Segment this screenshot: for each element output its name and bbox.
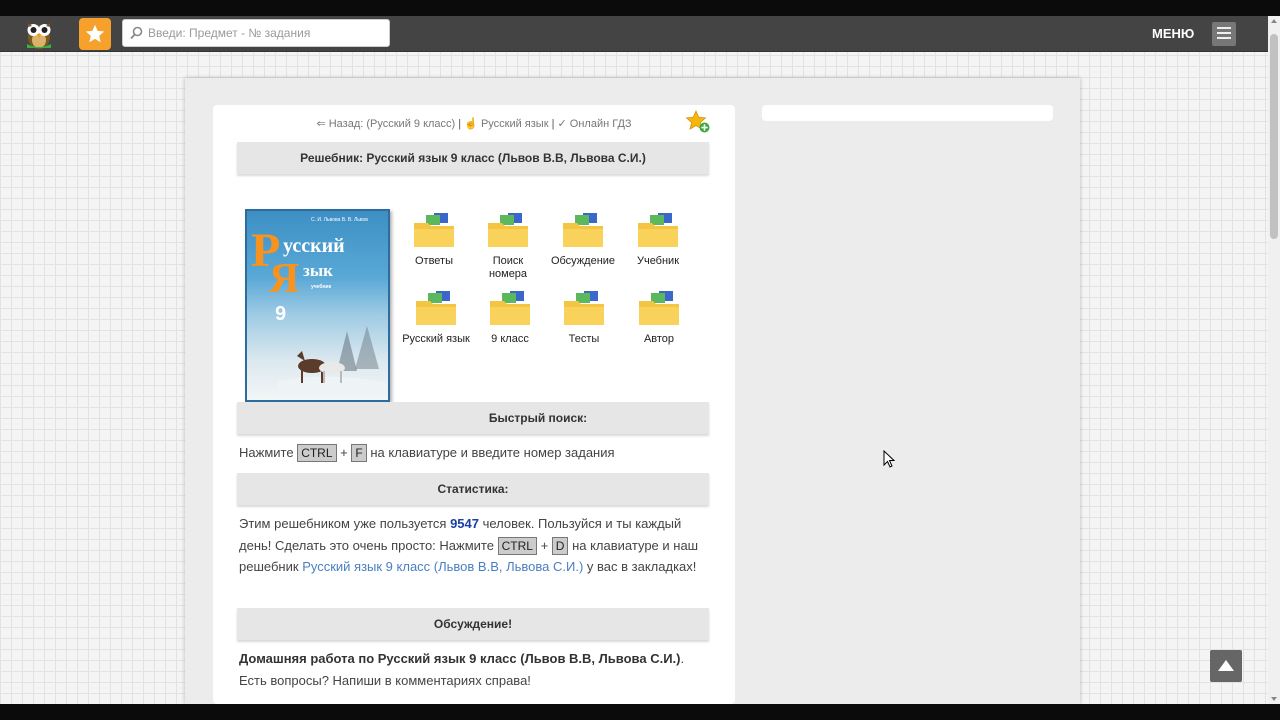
folder-icon: [414, 213, 454, 247]
quick-search-text: Нажмите CTRL + F на клавиатуре и введите…: [239, 444, 615, 462]
search-input[interactable]: Введи: Предмет - № задания: [122, 19, 390, 47]
d-key: D: [551, 536, 569, 555]
statistics-text: Этим решебником уже пользуется 9547 чело…: [239, 516, 699, 574]
scroll-up-arrow-icon[interactable]: [1271, 19, 1277, 23]
folder-answers[interactable]: Ответы: [399, 213, 469, 268]
add-favorite-star-icon[interactable]: [685, 109, 711, 139]
ctrl-key: CTRL: [497, 536, 537, 555]
folder-grade-9[interactable]: 9 класс: [475, 291, 545, 346]
bottom-black-strip: [0, 704, 1280, 720]
sidebar-card: [762, 105, 1053, 121]
page-container: ⇐ Назад: (Русский 9 класс) | ☝ Русский я…: [185, 78, 1080, 704]
page-scrollbar[interactable]: [1268, 16, 1280, 704]
breadcrumb-back-link[interactable]: ⇐ Назад: (Русский 9 класс): [316, 118, 455, 130]
star-icon: [85, 24, 105, 43]
folder-icon: [488, 213, 528, 247]
arrow-up-icon: [1218, 660, 1234, 671]
scroll-to-top-button[interactable]: [1210, 650, 1242, 682]
textbook-cover-image[interactable]: С. И. Львова В. В. Львов Р усский Я зык …: [245, 209, 390, 402]
folder-discussion[interactable]: Обсуждение: [548, 213, 618, 268]
owl-logo-icon[interactable]: [22, 18, 56, 50]
hamburger-menu-icon[interactable]: [1212, 22, 1236, 46]
mouse-cursor-icon: [883, 449, 896, 473]
folder-tests[interactable]: Тесты: [549, 291, 619, 346]
user-count: 9547: [450, 516, 479, 531]
folder-search-number[interactable]: Поиск номера: [473, 213, 543, 281]
main-content-card: ⇐ Назад: (Русский 9 класс) | ☝ Русский я…: [213, 105, 735, 704]
scrollbar-thumb[interactable]: [1270, 34, 1278, 239]
search-placeholder: Введи: Предмет - № задания: [148, 26, 311, 40]
folder-textbook[interactable]: Учебник: [623, 213, 693, 268]
quick-search-header: Быстрый поиск:: [237, 402, 709, 434]
solution-book-title: Решебник: Русский язык 9 класс (Львов В.…: [237, 142, 709, 174]
ctrl-key: CTRL: [297, 444, 337, 462]
folder-icon: [490, 291, 530, 325]
scroll-down-arrow-icon[interactable]: [1271, 697, 1277, 701]
folder-russian-language[interactable]: Русский язык: [401, 291, 471, 346]
folder-icon: [563, 213, 603, 247]
solution-book-link[interactable]: Русский язык 9 класс (Львов В.В, Львова …: [302, 559, 583, 574]
discussion-text: Домашняя работа по Русский язык 9 класс …: [239, 651, 685, 688]
search-icon: [130, 26, 143, 40]
top-black-strip: [0, 0, 1280, 16]
folder-icon: [639, 291, 679, 325]
folder-icon: [416, 291, 456, 325]
discussion-header: Обсуждение!: [237, 608, 709, 640]
folder-grid: Ответы Поиск номера Обсуждение Учебник Р…: [402, 213, 705, 363]
statistics-header: Статистика:: [237, 473, 709, 505]
navbar: Введи: Предмет - № задания МЕНЮ: [0, 16, 1268, 52]
menu-label[interactable]: МЕНЮ: [1152, 26, 1194, 41]
winter-horses-illustration-icon: [277, 326, 387, 396]
breadcrumb-online-link[interactable]: ✓ Онлайн ГДЗ: [558, 118, 632, 130]
folder-icon: [564, 291, 604, 325]
folder-author[interactable]: Автор: [624, 291, 694, 346]
folder-icon: [638, 213, 678, 247]
favorites-star-button[interactable]: [79, 18, 111, 50]
breadcrumb: ⇐ Назад: (Русский 9 класс) | ☝ Русский я…: [316, 118, 632, 130]
f-key: F: [351, 444, 367, 462]
breadcrumb-subject-link[interactable]: ☝ Русский язык: [464, 118, 548, 130]
